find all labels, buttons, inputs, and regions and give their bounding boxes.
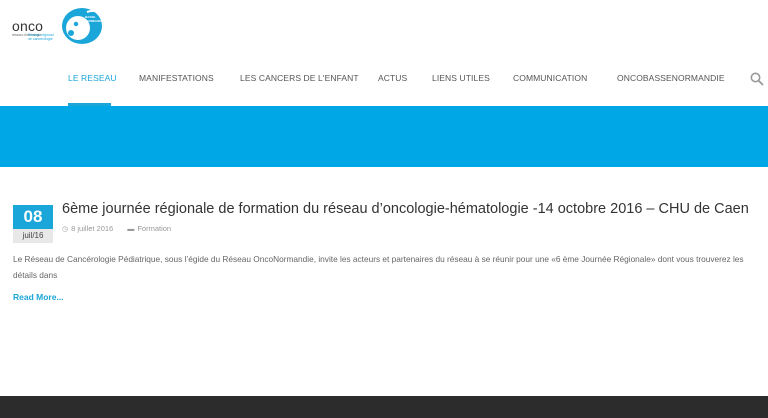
nav-item-manifestations[interactable]: MANIFESTATIONS [139,73,214,83]
logo-text: onco [12,18,44,34]
post-excerpt: Le Réseau de Cancérologie Pédiatrique, s… [13,254,744,280]
post-title[interactable]: 6ème journée régionale de formation du r… [62,201,749,217]
logo-tag: BASSE NORMANDIE [85,15,104,23]
main-nav: LE RESEAU MANIFESTATIONS LES CANCERS DE … [0,64,768,106]
logo-subtitle-right: Réseau régional de cancérologie [28,33,54,41]
folder-icon: ▬ [127,226,135,233]
post-day: 08 [13,205,53,229]
post-date: 8 juillet 2016 [71,224,114,233]
site-header: onco BASSE NORMANDIE réseau d'oncologie … [0,0,768,106]
nav-item-cancers-enfant[interactable]: LES CANCERS DE L'ENFANT [240,73,359,83]
post-month: juil/16 [13,229,53,243]
nav-item-actus[interactable]: ACTUS [378,73,407,83]
read-more-link[interactable]: Read More... [13,292,64,302]
post-category[interactable]: Formation [137,224,171,233]
site-footer [0,396,768,418]
nav-item-communication[interactable]: COMMUNICATION [513,73,587,83]
clock-icon: ◷ [62,226,69,233]
nav-item-liens-utiles[interactable]: LIENS UTILES [432,73,490,83]
page-banner [0,106,768,167]
post-date-badge: 08 juil/16 [13,205,53,243]
post-meta: ◷ 8 juillet 2016 ▬ Formation [62,224,171,233]
nav-item-le-reseau[interactable]: LE RESEAU [68,73,117,83]
site-logo[interactable]: onco BASSE NORMANDIE réseau d'oncologie … [12,6,104,48]
nav-item-oncobassenormandie[interactable]: ONCOBASSENORMANDIE [617,73,725,83]
search-icon[interactable] [750,72,764,86]
